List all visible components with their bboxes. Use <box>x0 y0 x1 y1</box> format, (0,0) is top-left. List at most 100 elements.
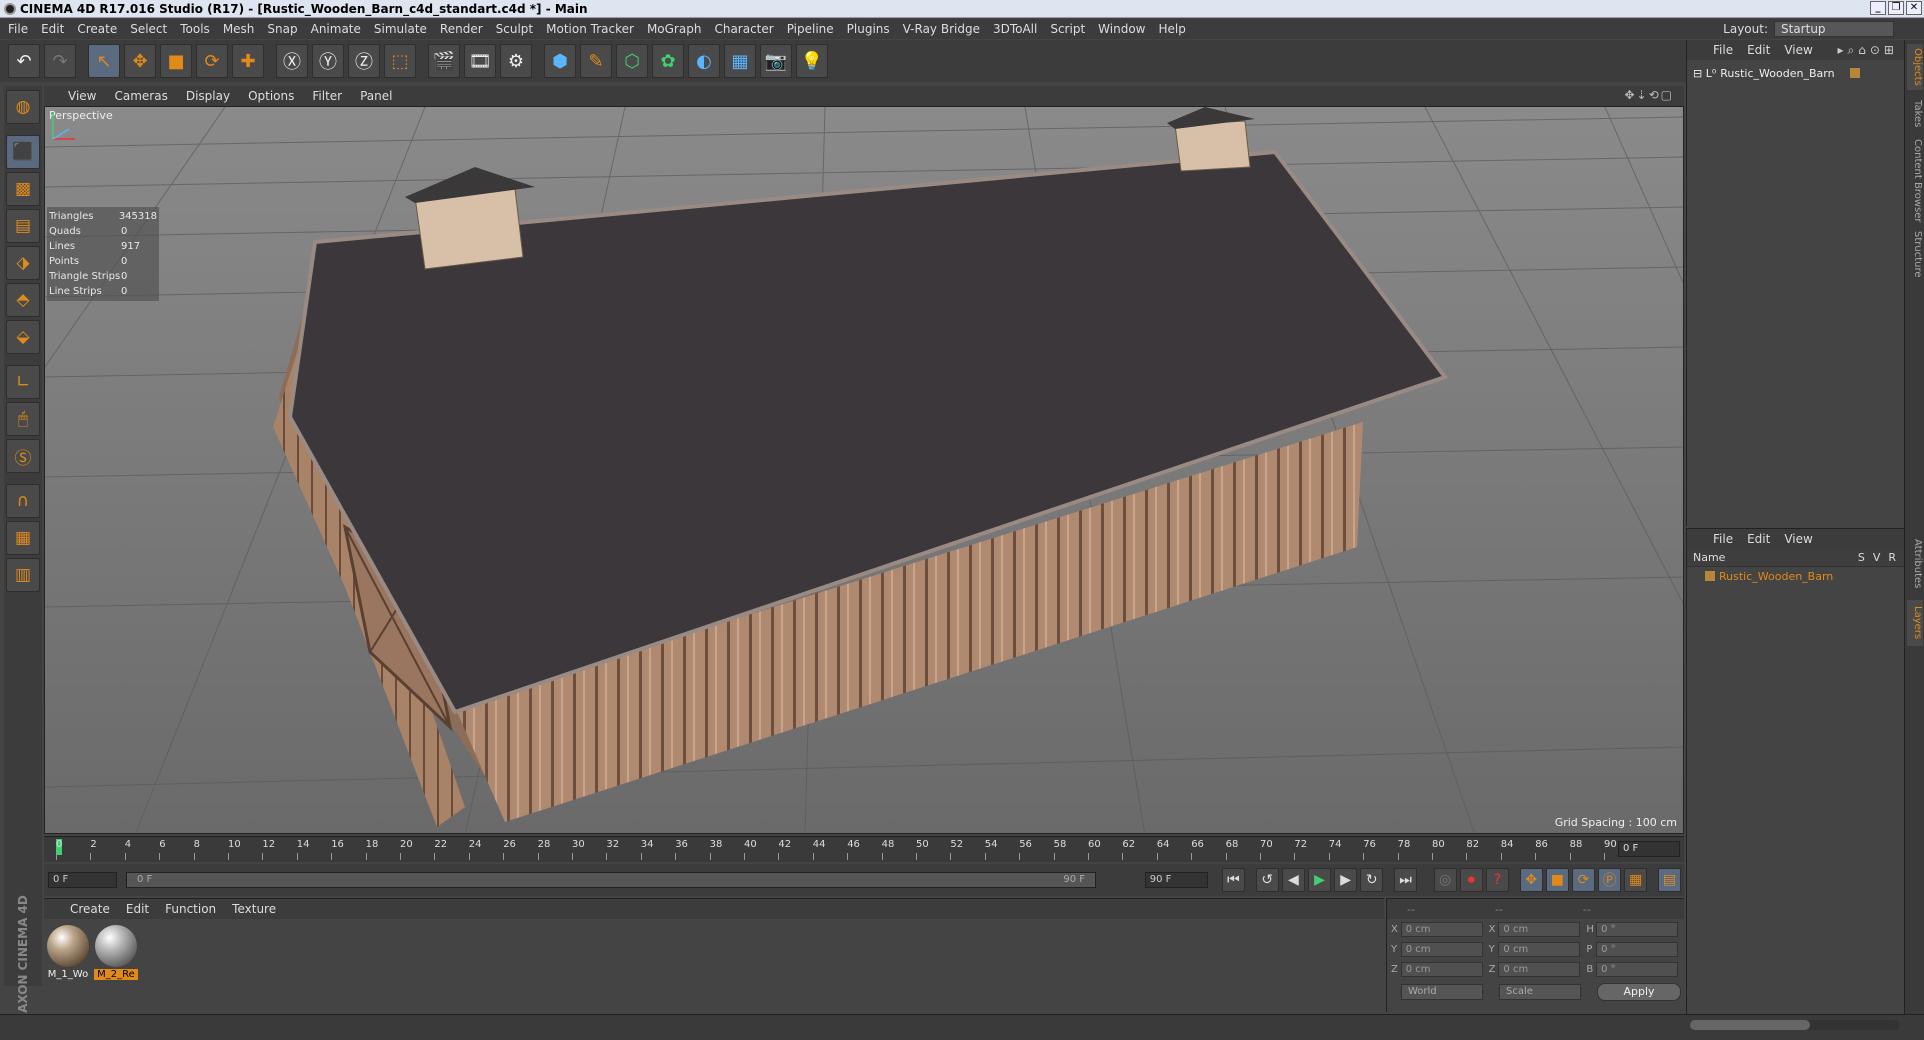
menu-create[interactable]: Create <box>77 22 117 36</box>
previous-key-icon[interactable]: ↺ <box>1255 868 1279 892</box>
deformer-icon[interactable]: ◐ <box>688 44 720 78</box>
go-to-start-icon[interactable]: ⏮ <box>1221 868 1246 892</box>
tab-objects[interactable]: Objects <box>1907 44 1923 90</box>
viewport-menu-options[interactable]: Options <box>248 89 294 103</box>
menu-simulate[interactable]: Simulate <box>374 22 427 36</box>
play-icon[interactable]: ▶ <box>1307 868 1332 892</box>
planar-workplane-icon[interactable]: ▥ <box>6 558 40 592</box>
apply-button[interactable]: Apply <box>1597 983 1681 1001</box>
menu-plugins[interactable]: Plugins <box>847 22 890 36</box>
timeline-window-icon[interactable]: ▤ <box>1657 868 1682 892</box>
record-point-level-icon[interactable]: ▦ <box>1624 868 1648 892</box>
undo-icon[interactable]: ↶ <box>8 44 40 78</box>
rotation-b-field[interactable]: 0 ° <box>1596 961 1679 977</box>
end-frame-field[interactable]: 90 F <box>1144 872 1209 888</box>
magnet-icon[interactable]: ∩ <box>6 484 40 518</box>
layout-dropdown[interactable]: Startup <box>1774 21 1894 37</box>
x-axis-lock-icon[interactable]: Ⓧ <box>276 44 308 78</box>
pen-spline-icon[interactable]: ✎ <box>580 44 612 78</box>
position-x-field[interactable]: 0 cm <box>1400 921 1483 937</box>
go-to-end-icon[interactable]: ⏭ <box>1394 868 1418 892</box>
record-rotation-icon[interactable]: ⟳ <box>1571 868 1596 892</box>
render-picture-viewer-icon[interactable]: 🎞 <box>464 44 496 78</box>
frame-range-slider[interactable]: 0 F 90 F <box>126 872 1096 888</box>
object-manager-tools-icon[interactable]: ▸⌕⌂⊙⊞ <box>1838 43 1898 58</box>
layer-menu-file[interactable]: File <box>1713 532 1733 546</box>
menu-animate[interactable]: Animate <box>311 22 361 36</box>
material-menu-texture[interactable]: Texture <box>232 902 276 916</box>
layer-color-swatch[interactable] <box>1705 571 1715 581</box>
menu-pipeline[interactable]: Pipeline <box>787 22 834 36</box>
model-mode-icon[interactable]: ⬛ <box>6 135 40 169</box>
workplane-icon[interactable]: ▤ <box>6 209 40 243</box>
menu-render[interactable]: Render <box>440 22 483 36</box>
next-frame-icon[interactable]: ▶ <box>1334 868 1358 892</box>
menu-snap[interactable]: Snap <box>267 22 297 36</box>
live-selection-icon[interactable]: ↖ <box>88 44 120 78</box>
timeline-ruler[interactable]: 0 2 4 6 8 10 12 14 16 18 20 22 24 26 28 30 32 34 36 38 40 42 4… <box>44 836 1684 862</box>
camera-icon[interactable]: 📷 <box>760 44 792 78</box>
layer-menu-view[interactable]: View <box>1784 532 1812 546</box>
start-frame-field[interactable]: 0 F <box>48 872 118 888</box>
subdivision-surface-icon[interactable]: ⬡ <box>616 44 648 78</box>
menu-window[interactable]: Window <box>1098 22 1145 36</box>
viewport-menu-cameras[interactable]: Cameras <box>114 89 167 103</box>
tab-layers[interactable]: Layers <box>1907 600 1923 646</box>
floor-scene-icon[interactable]: ▦ <box>724 44 756 78</box>
position-z-field[interactable]: 0 cm <box>1400 961 1483 977</box>
record-scale-icon[interactable]: ■ <box>1545 868 1569 892</box>
edit-render-settings-icon[interactable]: ⚙ <box>500 44 532 78</box>
edges-mode-icon[interactable]: ⬘ <box>6 283 40 317</box>
scrollbar-thumb[interactable] <box>1690 1020 1810 1030</box>
object-menu-edit[interactable]: Edit <box>1747 43 1770 57</box>
points-mode-icon[interactable]: ⬗ <box>6 246 40 280</box>
material-menu-function[interactable]: Function <box>165 902 216 916</box>
record-parameter-icon[interactable]: Ⓟ <box>1598 868 1622 892</box>
close-icon[interactable]: ✕ <box>1906 1 1922 15</box>
layer-menu-edit[interactable]: Edit <box>1747 532 1770 546</box>
menu-edit[interactable]: Edit <box>41 22 64 36</box>
tweak-mode-icon[interactable]: 🖱 <box>6 402 40 436</box>
tab-attributes[interactable]: Attributes <box>1907 534 1923 594</box>
scale-mode-dropdown[interactable]: Scale <box>1499 984 1581 1000</box>
perspective-viewport[interactable]: Perspective Triangles 345318 Quads 0 Lines… <box>44 106 1684 834</box>
menu-help[interactable]: Help <box>1158 22 1185 36</box>
polygons-mode-icon[interactable]: ⬙ <box>6 320 40 354</box>
menu-mograph[interactable]: MoGraph <box>647 22 702 36</box>
material-tag-icon[interactable] <box>1850 68 1860 78</box>
viewport-menu-view[interactable]: View <box>68 89 96 103</box>
last-tool-icon[interactable]: ✚ <box>232 44 264 78</box>
material-menu-edit[interactable]: Edit <box>126 902 149 916</box>
cloner-icon[interactable]: ✿ <box>652 44 684 78</box>
menu-script[interactable]: Script <box>1050 22 1085 36</box>
coordinate-mode-dropdown[interactable]: World <box>1401 984 1483 1000</box>
coordinate-system-icon[interactable]: ⬚ <box>384 44 416 78</box>
material-swatch-roof[interactable]: M_2_Re <box>94 925 138 980</box>
light-icon[interactable]: 💡 <box>796 44 828 78</box>
previous-frame-icon[interactable]: ◀ <box>1281 868 1305 892</box>
redo-icon[interactable]: ↷ <box>44 44 76 78</box>
snapping-icon[interactable]: Ⓢ <box>6 439 40 473</box>
menu-vray-bridge[interactable]: V-Ray Bridge <box>903 22 980 36</box>
menu-sculpt[interactable]: Sculpt <box>496 22 533 36</box>
rotate-icon[interactable]: ⟳ <box>196 44 228 78</box>
keyframe-selection-icon[interactable]: ? <box>1485 868 1509 892</box>
material-menu-create[interactable]: Create <box>70 902 110 916</box>
size-y-field[interactable]: 0 cm <box>1498 941 1581 957</box>
render-view-icon[interactable]: 🎬 <box>428 44 460 78</box>
menu-select[interactable]: Select <box>130 22 167 36</box>
menu-tools[interactable]: Tools <box>180 22 210 36</box>
size-z-field[interactable]: 0 cm <box>1498 961 1581 977</box>
position-y-field[interactable]: 0 cm <box>1400 941 1483 957</box>
record-position-icon[interactable]: ✥ <box>1519 868 1543 892</box>
menu-motion-tracker[interactable]: Motion Tracker <box>546 22 634 36</box>
z-axis-lock-icon[interactable]: Ⓩ <box>348 44 380 78</box>
rotation-h-field[interactable]: 0 ° <box>1596 921 1679 937</box>
layer-item[interactable]: Rustic_Wooden_Barn <box>1687 567 1904 585</box>
move-icon[interactable]: ✥ <box>124 44 156 78</box>
viewport-navigation-icons[interactable]: ✥⇣⟲▢ <box>1624 88 1674 102</box>
maximize-icon[interactable]: ❐ <box>1888 1 1904 15</box>
size-x-field[interactable]: 0 cm <box>1498 921 1581 937</box>
tab-structure[interactable]: Structure <box>1907 228 1923 280</box>
autokeying-icon[interactable]: ⏺ <box>1459 868 1483 892</box>
